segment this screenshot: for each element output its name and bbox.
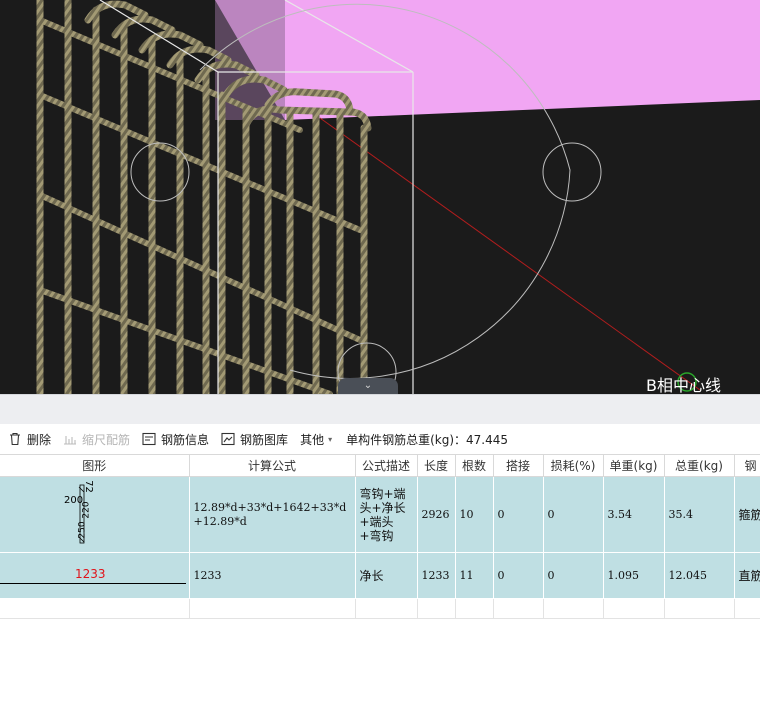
splitter-bar[interactable] [0, 394, 760, 424]
ruler-icon [64, 436, 77, 445]
col-count[interactable]: 根数 [455, 454, 494, 477]
col-unit-weight[interactable]: 单重(kg) [603, 454, 665, 477]
count-cell[interactable]: 10 [455, 476, 494, 553]
loss-cell[interactable]: 0 [543, 476, 604, 553]
unit-weight-cell[interactable]: 3.54 [603, 476, 665, 553]
total-weight-cell[interactable]: 35.4 [664, 476, 735, 553]
info-list-icon [142, 432, 156, 446]
lap-cell[interactable]: 0 [493, 552, 544, 599]
empty-cell[interactable] [417, 598, 456, 619]
other-dropdown[interactable]: 其他 ▾ [300, 431, 332, 448]
center-line-label: B相中心线 [646, 376, 721, 394]
caret-down-icon: ▾ [328, 434, 333, 444]
type-cell[interactable]: 箍筋 [734, 476, 760, 553]
rebar-table: 图形 计算公式 公式描述 长度 根数 搭接 损耗(%) 单重(kg) 总重(kg… [0, 454, 760, 619]
table-header: 图形 计算公式 公式描述 长度 根数 搭接 损耗(%) 单重(kg) 总重(kg… [0, 454, 760, 477]
shape-label-mid: 220 [81, 501, 92, 519]
empty-cell[interactable] [0, 598, 190, 619]
delete-button[interactable]: 删除 [8, 431, 51, 448]
shape-label-bottom: 250 [77, 521, 88, 539]
empty-cell[interactable] [493, 598, 544, 619]
rebar-library-button[interactable]: 钢筋图库 [221, 431, 288, 448]
empty-cell[interactable] [543, 598, 604, 619]
lap-cell[interactable]: 0 [493, 476, 544, 553]
col-lap[interactable]: 搭接 [493, 454, 544, 477]
empty-cell[interactable] [664, 598, 735, 619]
chevron-down-icon: ⌄ [363, 380, 373, 391]
empty-cell[interactable] [355, 598, 418, 619]
count-cell[interactable]: 11 [455, 552, 494, 599]
total-weight-text: 单构件钢筋总重(kg)：47.445 [346, 432, 509, 447]
unit-weight-cell[interactable]: 1.095 [603, 552, 665, 599]
stirrup-shape: 200 72 220 250 [64, 480, 96, 547]
total-weight-cell[interactable]: 12.045 [664, 552, 735, 599]
shape-cell[interactable]: 1233 [0, 552, 190, 599]
other-label: 其他 [300, 432, 325, 447]
collapse-panel-toggle[interactable]: ⌄ [338, 378, 398, 394]
trash-icon [10, 432, 20, 446]
rebar-info-button[interactable]: 钢筋信息 [142, 431, 209, 448]
empty-cell[interactable] [734, 598, 760, 619]
delete-label: 删除 [27, 432, 52, 447]
loss-cell[interactable]: 0 [543, 552, 604, 599]
empty-cell[interactable] [189, 598, 356, 619]
shape-label-left: 200 [64, 495, 84, 506]
scale-rebar-label: 缩尺配筋 [82, 432, 131, 447]
col-shape[interactable]: 图形 [0, 454, 190, 477]
rebar-toolbar: 删除 缩尺配筋 钢筋信息 钢筋图库 其他 ▾ 单构件钢筋总重(kg)：47.44… [0, 424, 760, 454]
scale-rebar-button[interactable]: 缩尺配筋 [63, 431, 130, 448]
shape-length-text: 1233 [75, 567, 106, 581]
col-length[interactable]: 长度 [417, 454, 456, 477]
formula-cell[interactable]: 1233 [189, 552, 356, 599]
table-row[interactable]: 200 72 220 250 12.89*d+33*d+1642+33*d+12… [0, 476, 760, 553]
col-type[interactable]: 钢 [734, 454, 760, 477]
table-row[interactable] [0, 598, 760, 619]
straight-bar-line [0, 583, 186, 584]
rebar-info-label: 钢筋信息 [161, 432, 210, 447]
length-cell[interactable]: 1233 [417, 552, 456, 599]
3d-viewport[interactable]: B相中心线 ⌄ [0, 0, 760, 394]
empty-cell[interactable] [455, 598, 494, 619]
type-cell[interactable]: 直筋 [734, 552, 760, 599]
description-cell[interactable]: 净长 [355, 552, 418, 599]
library-icon [221, 432, 235, 446]
empty-cell[interactable] [603, 598, 665, 619]
rebar-cage-render [36, 0, 760, 394]
shape-label-right: 72 [82, 480, 94, 493]
col-total-weight[interactable]: 总重(kg) [664, 454, 735, 477]
rebar-library-label: 钢筋图库 [240, 432, 289, 447]
col-formula[interactable]: 计算公式 [189, 454, 356, 477]
table-row[interactable]: 1233 1233 净长 1233 11 0 0 1.095 12.045 直筋 [0, 552, 760, 599]
col-loss[interactable]: 损耗(%) [543, 454, 604, 477]
formula-cell[interactable]: 12.89*d+33*d+1642+33*d+12.89*d [189, 476, 356, 553]
description-cell[interactable]: 弯钩+端头+净长+端头+弯钩 [355, 476, 418, 553]
length-cell[interactable]: 2926 [417, 476, 456, 553]
col-description[interactable]: 公式描述 [355, 454, 418, 477]
shape-cell[interactable]: 200 72 220 250 [0, 476, 190, 553]
